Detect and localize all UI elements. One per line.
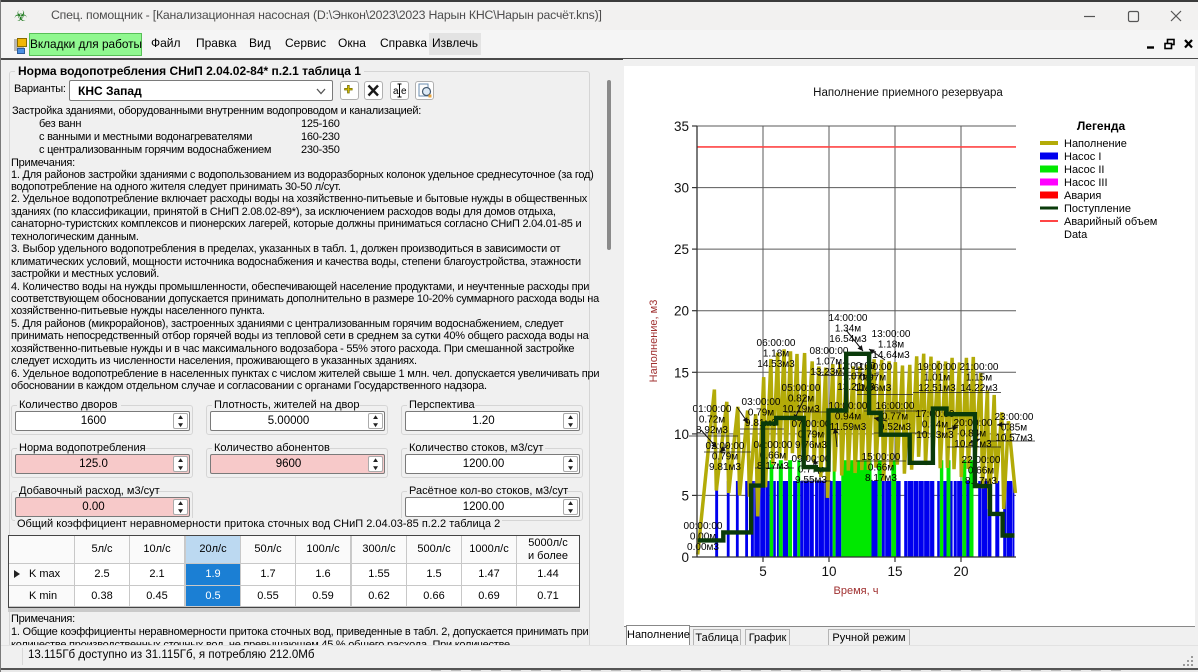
svg-text:Насос I: Насос I	[1064, 151, 1101, 163]
svg-text:10: 10	[674, 427, 689, 442]
svg-text:5: 5	[681, 488, 689, 503]
svg-text:10.57м3: 10.57м3	[995, 433, 1033, 444]
svg-text:Поступление: Поступление	[1064, 203, 1131, 215]
svg-text:0.82м: 0.82м	[788, 394, 814, 405]
svg-text:15: 15	[674, 365, 689, 380]
svg-text:14.22м3: 14.22м3	[960, 383, 998, 394]
svg-text:14:00:00: 14:00:00	[829, 313, 868, 324]
svg-text:0: 0	[681, 550, 689, 565]
svg-text:12.51м3: 12.51м3	[918, 383, 956, 394]
svg-text:08:00:00: 08:00:00	[810, 346, 849, 357]
svg-text:20: 20	[674, 304, 689, 319]
svg-text:0.94м: 0.94м	[835, 412, 861, 423]
svg-text:Насос III: Насос III	[1064, 177, 1108, 189]
svg-text:9.76м3: 9.76м3	[795, 440, 827, 451]
svg-text:35: 35	[674, 119, 689, 134]
svg-text:Насос II: Насос II	[1064, 164, 1104, 176]
svg-text:30: 30	[674, 181, 689, 196]
svg-text:09:00:00: 09:00:00	[792, 454, 831, 465]
svg-text:Легенда: Легенда	[1077, 119, 1126, 133]
svg-text:0.00м3: 0.00м3	[687, 542, 719, 553]
svg-text:03:00:00: 03:00:00	[742, 397, 781, 408]
svg-text:22:00:00: 22:00:00	[962, 455, 1001, 466]
svg-text:Наполнение: Наполнение	[1064, 138, 1127, 150]
svg-text:07:00:00: 07:00:00	[792, 419, 831, 430]
svg-text:9.55м3: 9.55м3	[795, 475, 827, 486]
svg-text:13:00:00: 13:00:00	[872, 329, 911, 340]
svg-text:10.43м3: 10.43м3	[916, 430, 954, 441]
svg-text:8.17м3: 8.17м3	[865, 473, 897, 484]
svg-text:9.81м3: 9.81м3	[709, 462, 741, 473]
svg-text:15:00:00: 15:00:00	[862, 452, 901, 463]
svg-text:0.66м: 0.66м	[868, 463, 894, 474]
svg-text:16:00:00: 16:00:00	[876, 401, 915, 412]
svg-text:Время, ч: Время, ч	[834, 585, 879, 597]
svg-text:0.79м: 0.79м	[748, 408, 774, 419]
svg-text:25: 25	[674, 242, 689, 257]
svg-text:16.54м3: 16.54м3	[829, 334, 867, 345]
svg-text:1.18м: 1.18м	[878, 340, 904, 351]
svg-text:00:00:00: 00:00:00	[684, 521, 723, 532]
svg-text:23:00:00: 23:00:00	[995, 412, 1034, 423]
svg-text:20: 20	[953, 564, 968, 579]
svg-text:0.79м: 0.79м	[712, 452, 738, 463]
svg-text:14.53м3: 14.53м3	[757, 359, 795, 370]
svg-text:04:00:00: 04:00:00	[754, 440, 793, 451]
svg-text:Наполнение приемного резервуар: Наполнение приемного резервуара	[813, 87, 1003, 99]
svg-text:Аварийный объем: Аварийный объем	[1064, 216, 1157, 228]
svg-text:Авария: Авария	[1064, 190, 1101, 202]
svg-text:0.72м: 0.72м	[699, 415, 725, 426]
svg-text:5: 5	[759, 564, 767, 579]
svg-text:Data: Data	[1064, 229, 1088, 241]
svg-text:1.18м: 1.18м	[763, 349, 789, 360]
svg-text:0.66м: 0.66м	[968, 466, 994, 477]
svg-text:06:00:00: 06:00:00	[757, 338, 796, 349]
svg-text:01:00:00: 01:00:00	[693, 404, 732, 415]
svg-text:1.01м: 1.01м	[924, 373, 950, 384]
svg-text:10: 10	[821, 564, 836, 579]
svg-text:19:00:00: 19:00:00	[918, 362, 957, 373]
svg-text:21:00:00: 21:00:00	[960, 362, 999, 373]
svg-text:9.52м3: 9.52м3	[879, 422, 911, 433]
svg-text:Наполнение, м3: Наполнение, м3	[648, 300, 660, 383]
svg-text:1.15м: 1.15м	[966, 373, 992, 384]
svg-text:15: 15	[887, 564, 902, 579]
svg-text:05:00:00: 05:00:00	[782, 383, 821, 394]
